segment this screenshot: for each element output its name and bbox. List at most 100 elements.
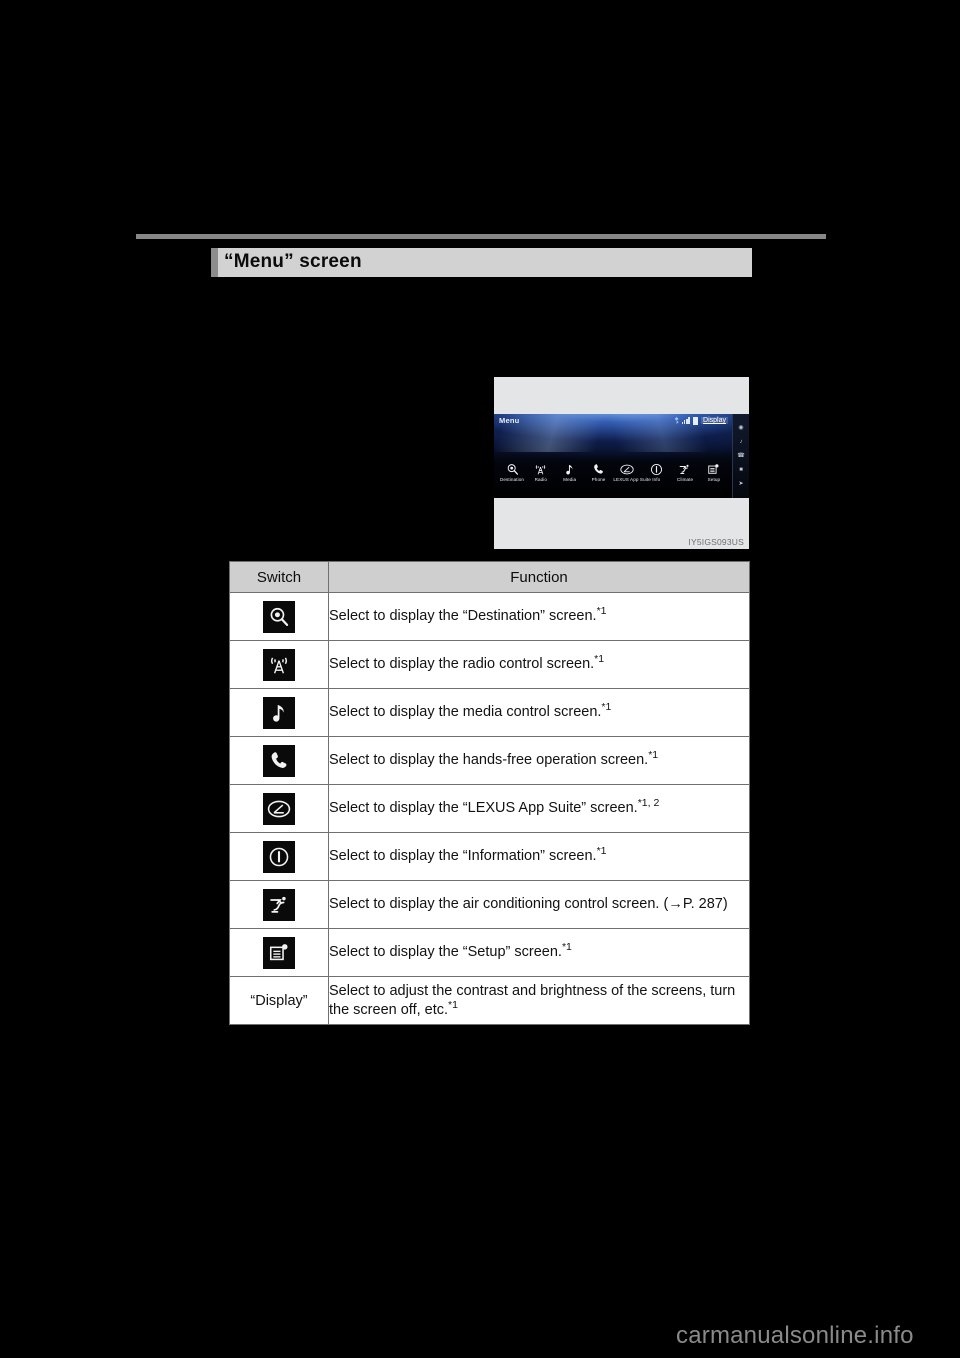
switch-cell-lexus-app-suite [229, 784, 329, 833]
phone-handset-icon [585, 461, 613, 477]
lexus-logo-icon [613, 461, 641, 477]
nav-menu-items: Destination Radio Media Phone LEXUS App … [498, 461, 728, 483]
info-side-icon[interactable]: ■ [739, 467, 743, 473]
nav-item-label: Destination [499, 477, 525, 482]
nav-screen: Menu Display Destination Radio Media Pho… [494, 414, 732, 498]
nav-status-bar: Display [674, 416, 728, 425]
page-title: “Menu” screen [224, 251, 362, 272]
function-cell: Select to display the “Destination” scre… [328, 592, 750, 641]
info-circle-icon [263, 840, 295, 873]
phone-handset-icon [263, 744, 295, 777]
column-header-switch: Switch [229, 561, 329, 593]
switch-cell-radio [229, 640, 329, 689]
function-text: Select to display the “Setup” screen. [329, 944, 562, 961]
table-row: “Display” Select to adjust the contrast … [229, 976, 750, 1025]
radio-tower-icon [527, 461, 555, 477]
table-row: Select to display the air conditioning c… [229, 880, 750, 929]
nav-item-destination[interactable]: Destination [498, 461, 526, 483]
footnote-marker: *1 [448, 998, 458, 1011]
footnote-marker: *1 [601, 701, 612, 714]
function-text: Select to display the “Information” scre… [329, 848, 597, 865]
nav-item-label: Media [563, 477, 577, 482]
function-cell: Select to display the radio control scre… [328, 640, 750, 689]
radio-tower-icon [263, 648, 295, 681]
bluetooth-icon [674, 417, 679, 424]
figure-caption: IY5IGS093US [688, 537, 744, 547]
nav-item-media[interactable]: Media [556, 461, 584, 483]
section-heading-accent [211, 248, 218, 277]
switch-cell-display: “Display” [229, 976, 329, 1025]
table-row: Select to display the “LEXUS App Suite” … [229, 784, 750, 833]
setup-gear-icon [263, 936, 295, 969]
phone-side-icon[interactable]: ☎ [737, 453, 744, 459]
footnote-marker: *1 [594, 653, 605, 666]
destination-icon [498, 461, 526, 477]
footnote-marker: *1 [648, 749, 659, 762]
nav-item-label: Radio [534, 477, 548, 482]
switch-cell-media [229, 688, 329, 737]
section-heading-bar: “Menu” screen [211, 248, 752, 277]
function-text: Select to display the “LEXUS App Suite” … [329, 800, 638, 817]
function-text: Select to display the air conditioning c… [329, 896, 728, 913]
display-button[interactable]: Display [701, 417, 728, 424]
column-header-function: Function [328, 561, 750, 593]
table-row: Select to display the “Information” scre… [229, 832, 750, 881]
nav-item-radio[interactable]: Radio [527, 461, 555, 483]
function-cell: Select to display the “Information” scre… [328, 832, 750, 881]
function-text: Select to display the media control scre… [329, 704, 602, 721]
setup-gear-icon [700, 461, 728, 477]
manual-page: “Menu” screen Menu Display Destination R… [0, 0, 960, 1358]
nav-item-label: LEXUS App Suite [613, 477, 651, 482]
nav-item-label: Climate [676, 477, 694, 482]
function-cell: Select to adjust the contrast and bright… [328, 976, 750, 1025]
nav-item-climate[interactable]: Climate [671, 461, 699, 483]
table-row: Select to display the “Setup” screen.*1 [229, 928, 750, 977]
footnote-marker: *1 [561, 941, 572, 954]
table-row: Select to display the hands-free operati… [229, 736, 750, 785]
nav-item-phone[interactable]: Phone [585, 461, 613, 483]
function-text: Select to display the “Destination” scre… [329, 608, 597, 625]
function-cell: Select to display the hands-free operati… [328, 736, 750, 785]
nav-item-label: Phone [591, 477, 606, 482]
function-cell: Select to display the “LEXUS App Suite” … [328, 784, 750, 833]
table-header-row: Switch Function [229, 561, 750, 593]
info-circle-icon [642, 461, 670, 477]
nav-screen-title: Menu [499, 416, 520, 425]
nav-item-lexus-app-suite[interactable]: LEXUS App Suite [613, 461, 651, 483]
switch-cell-destination [229, 592, 329, 641]
media-side-icon[interactable]: ♪ [740, 439, 743, 445]
switch-function-table: Switch Function Select to display the “D… [229, 561, 750, 1025]
climate-seat-icon [263, 888, 295, 921]
switch-label-display: “Display” [250, 992, 308, 1009]
footnote-marker: *1 [596, 605, 607, 618]
signal-bars-icon [681, 417, 691, 424]
table-row: Select to display the “Destination” scre… [229, 592, 750, 641]
climate-side-icon[interactable]: ➤ [738, 481, 743, 487]
switch-cell-info [229, 832, 329, 881]
switch-cell-phone [229, 736, 329, 785]
nav-item-label: Setup [707, 477, 721, 482]
nav-display-unit: Menu Display Destination Radio Media Pho… [494, 414, 749, 498]
battery-icon [693, 416, 699, 425]
figure-menu-screen: Menu Display Destination Radio Media Pho… [494, 377, 749, 549]
switch-cell-setup [229, 928, 329, 977]
function-text: Select to adjust the contrast and bright… [329, 983, 736, 1018]
destination-side-icon[interactable]: ◉ [738, 425, 743, 431]
nav-item-info[interactable]: Info [642, 461, 670, 483]
header-rule [136, 234, 826, 239]
climate-seat-icon [671, 461, 699, 477]
footnote-marker: *1, 2 [637, 797, 660, 810]
switch-cell-climate [229, 880, 329, 929]
music-note-icon [556, 461, 584, 477]
function-text: Select to display the hands-free operati… [329, 752, 649, 769]
function-text: Select to display the radio control scre… [329, 656, 595, 673]
table-row: Select to display the media control scre… [229, 688, 750, 737]
function-cell: Select to display the “Setup” screen.*1 [328, 928, 750, 977]
table-row: Select to display the radio control scre… [229, 640, 750, 689]
lexus-logo-icon [263, 792, 295, 825]
site-watermark: carmanualsonline.info [676, 1322, 914, 1349]
nav-item-setup[interactable]: Setup [700, 461, 728, 483]
nav-side-shortcut-bar: ◉ ♪ ☎ ■ ➤ [732, 414, 749, 498]
function-cell: Select to display the media control scre… [328, 688, 750, 737]
destination-icon [263, 600, 295, 633]
